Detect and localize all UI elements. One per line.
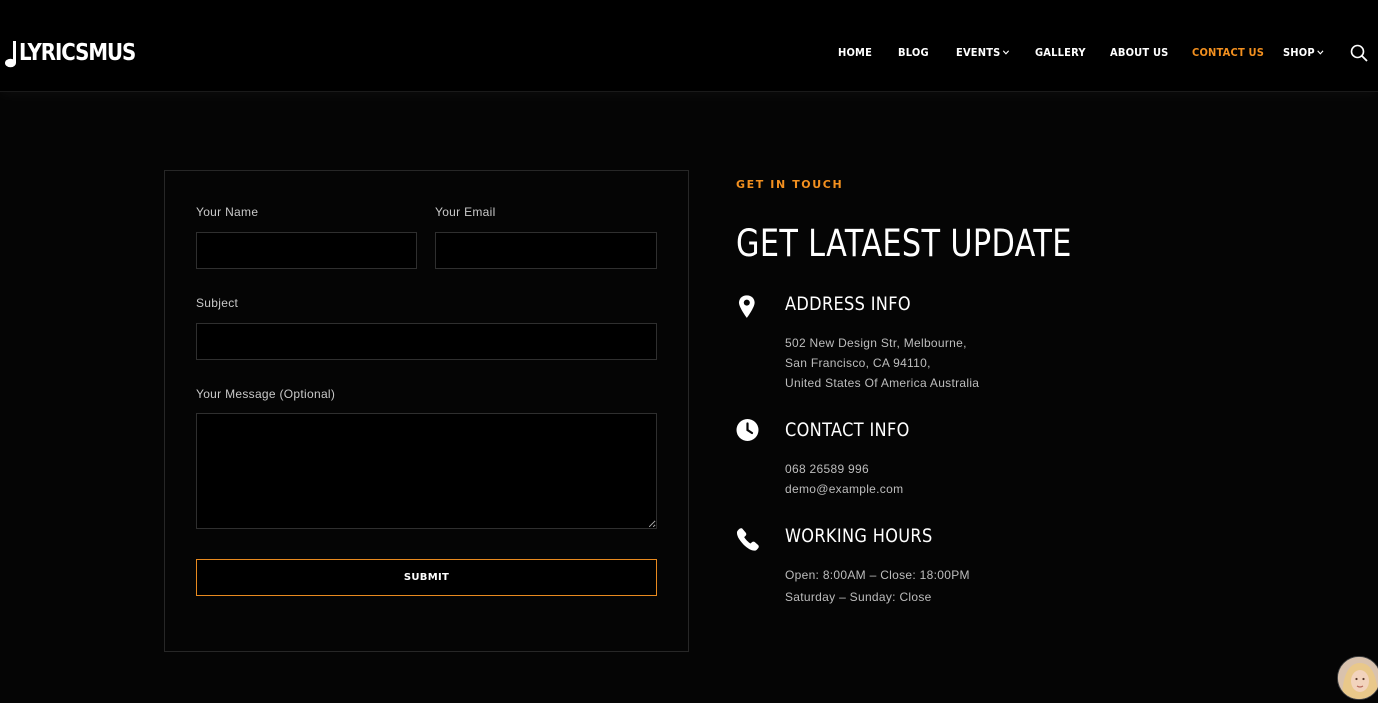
clock-icon [736,419,759,441]
name-label: Your Name [196,205,259,219]
address-line: San Francisco, CA 94110, [785,356,931,370]
contact-info-title: CONTACT INFO [785,419,910,441]
site-header: LYRICSMUS HOME BLOG EVENTS GALLERY ABOUT… [0,0,1378,92]
address-info-title: ADDRESS INFO [785,293,911,315]
nav-item-label: SHOP [1283,46,1315,59]
phone-icon [736,528,759,551]
nav-item-contact-us[interactable]: CONTACT US [1192,46,1264,59]
nav-item-label: GALLERY [1035,46,1086,59]
name-input[interactable] [196,232,417,269]
site-logo[interactable]: LYRICSMUS [4,38,154,68]
subject-label: Subject [196,296,239,310]
hours-line: Saturday – Sunday: Close [785,590,932,604]
subject-input[interactable] [196,323,657,360]
address-line: 502 New Design Str, Melbourne, [785,336,967,350]
contact-email[interactable]: demo@example.com [785,482,903,496]
nav-item-events[interactable]: EVENTS [956,46,1010,59]
nav-item-label: ABOUT US [1110,46,1169,59]
nav-item-gallery[interactable]: GALLERY [1035,46,1086,59]
nav-item-home[interactable]: HOME [838,46,872,59]
chevron-down-icon [1317,50,1324,55]
contact-phone[interactable]: 068 26589 996 [785,462,869,476]
nav-item-label: HOME [838,46,873,59]
email-label: Your Email [435,205,496,219]
message-textarea[interactable] [196,413,657,529]
nav-item-about-us[interactable]: ABOUT US [1110,46,1168,59]
submit-button[interactable]: SUBMIT [196,559,657,596]
nav-item-label: BLOG [898,46,929,59]
nav-item-label: CONTACT US [1192,46,1265,59]
hours-line: Open: 8:00AM – Close: 18:00PM [785,568,970,582]
avatar-icon [1338,657,1378,699]
working-hours-title: WORKING HOURS [785,525,933,547]
section-title: GET LATAEST UPDATE [736,222,1072,265]
nav-item-label: EVENTS [956,46,1001,59]
section-eyebrow: GET IN TOUCH [736,178,844,191]
brand-name: LYRICSMUS [19,40,136,66]
nav-item-blog[interactable]: BLOG [898,46,929,59]
search-icon[interactable] [1350,44,1368,62]
chat-avatar[interactable] [1337,656,1378,700]
chevron-down-icon [1003,50,1010,55]
music-note-icon [5,41,16,68]
address-line: United States Of America Australia [785,376,980,390]
nav-item-shop[interactable]: SHOP [1283,46,1324,59]
map-pin-icon [738,295,755,318]
message-label: Your Message (Optional) [196,387,336,401]
email-input[interactable] [435,232,657,269]
